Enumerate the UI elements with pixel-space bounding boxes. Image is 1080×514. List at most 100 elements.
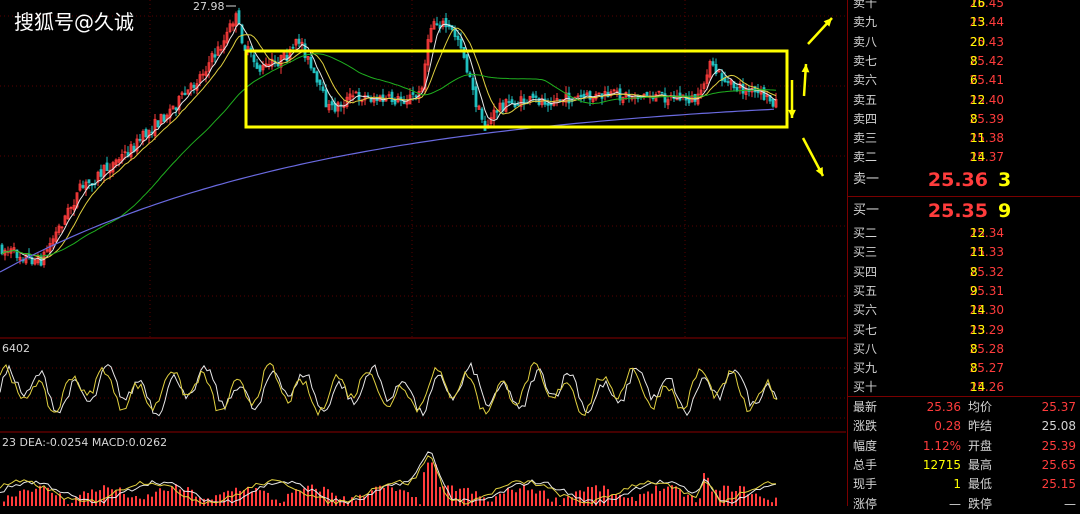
level-label: 买七 bbox=[853, 322, 878, 337]
stat-label: 涨停 bbox=[853, 496, 878, 511]
order-book-panel: 卖十 25.45 16 卖九 25.44 13 卖八 25.43 20 卖七 25.42 8 卖六 25.… bbox=[847, 0, 1080, 511]
level-quantity: 9 bbox=[998, 200, 1012, 222]
level-quantity: 8 bbox=[970, 264, 978, 279]
oscillator-line-2 bbox=[0, 361, 778, 417]
level-price: 25.40 bbox=[969, 92, 1004, 107]
level-quantity: 8 bbox=[970, 53, 978, 68]
candle-body bbox=[138, 138, 142, 141]
candle-body bbox=[291, 46, 295, 49]
candle-body bbox=[459, 38, 463, 49]
stat-value: 12715 bbox=[922, 457, 961, 472]
bid-level-row: 买二 25.34 12 bbox=[848, 224, 1080, 243]
candle-body bbox=[444, 18, 448, 28]
quote-stat: 均价 25.37 bbox=[968, 398, 1076, 417]
bid-level-row: 买六 25.30 14 bbox=[848, 301, 1080, 320]
candle-body bbox=[645, 91, 649, 97]
candle-body bbox=[390, 91, 394, 103]
level-quantity: 13 bbox=[970, 15, 986, 30]
ma-long-line bbox=[0, 108, 775, 273]
candle-body bbox=[162, 114, 166, 122]
stat-label: 幅度 bbox=[853, 438, 878, 453]
stat-label: 涨跌 bbox=[853, 419, 878, 434]
price-chart-panel[interactable]: 搜狐号@久诚 27.98 6402 23 DEA:-0.0254 MACD:0.… bbox=[0, 0, 846, 506]
candle-body bbox=[99, 169, 103, 177]
stat-label: 昨结 bbox=[968, 419, 993, 434]
level-quantity: 13 bbox=[970, 322, 986, 337]
candle-body bbox=[579, 94, 583, 98]
divider bbox=[848, 196, 1080, 197]
candle-body bbox=[414, 95, 418, 98]
level-quantity: 3 bbox=[998, 169, 1012, 191]
level-price: 25.39 bbox=[969, 111, 1004, 126]
candle-body bbox=[531, 93, 535, 98]
candle-body bbox=[183, 92, 187, 96]
candle-body bbox=[0, 244, 4, 255]
level-label: 买四 bbox=[853, 264, 878, 279]
level-label: 买三 bbox=[853, 245, 878, 260]
arrow-down-head bbox=[788, 109, 796, 118]
level-price: 25.30 bbox=[969, 303, 1004, 318]
ask-level-row: 卖三 25.38 11 bbox=[848, 129, 1080, 148]
candle-body bbox=[174, 107, 178, 111]
candle-body bbox=[81, 185, 85, 188]
level-label: 卖六 bbox=[853, 73, 878, 88]
level-quantity: 14 bbox=[970, 303, 986, 318]
level-quantity: 8 bbox=[970, 361, 978, 376]
level-quantity: 16 bbox=[970, 0, 986, 10]
candle-body bbox=[144, 129, 148, 138]
candlestick-chart[interactable] bbox=[0, 0, 846, 506]
stat-label: 最低 bbox=[968, 477, 993, 492]
stat-value: — bbox=[949, 496, 961, 511]
level-price: 25.27 bbox=[969, 361, 1004, 376]
level-label: 买五 bbox=[853, 283, 878, 298]
candle-body bbox=[87, 179, 91, 184]
level-label: 卖七 bbox=[853, 53, 878, 68]
candle-body bbox=[735, 87, 739, 91]
macd-label: 23 DEA:-0.0254 MACD:0.0262 bbox=[2, 436, 168, 449]
watermark: 搜狐号@久诚 bbox=[14, 10, 134, 34]
divider bbox=[848, 396, 1080, 397]
candle-body bbox=[255, 62, 259, 69]
candle-body bbox=[516, 103, 520, 106]
bid-level-row: 买一 25.35 9 bbox=[848, 198, 1080, 224]
level-price: 25.42 bbox=[969, 53, 1004, 68]
ma10-line bbox=[1, 27, 777, 259]
level-label: 卖三 bbox=[853, 131, 878, 146]
stat-label: 最新 bbox=[853, 400, 878, 414]
candle-body bbox=[192, 84, 196, 88]
level-quantity: 6 bbox=[970, 73, 978, 88]
level-price: 25.34 bbox=[969, 226, 1004, 240]
level-label: 卖四 bbox=[853, 111, 878, 126]
level-quantity: 8 bbox=[970, 341, 978, 356]
quote-stat: 最新 25.36 bbox=[853, 398, 961, 417]
stat-label: 总手 bbox=[853, 457, 878, 472]
quote-stat: 幅度 1.12% bbox=[853, 437, 961, 456]
bid-level-row: 买四 25.32 8 bbox=[848, 263, 1080, 282]
candle-body bbox=[456, 35, 460, 40]
stat-value: 1.12% bbox=[922, 438, 961, 453]
bid-level-row: 买八 25.28 8 bbox=[848, 340, 1080, 359]
stat-value: 25.08 bbox=[1041, 419, 1076, 434]
stat-value: 25.15 bbox=[1041, 477, 1076, 492]
oscillator-line-1 bbox=[0, 361, 778, 417]
level-label: 卖十 bbox=[853, 0, 878, 10]
stat-value: 25.39 bbox=[1041, 438, 1076, 453]
candle-body bbox=[507, 101, 511, 103]
bid-level-row: 买五 25.31 9 bbox=[848, 282, 1080, 301]
level-label: 买二 bbox=[853, 226, 878, 240]
level-quantity: 11 bbox=[970, 131, 986, 146]
candle-body bbox=[105, 162, 109, 172]
candle-body bbox=[258, 65, 262, 72]
level-price: 25.33 bbox=[969, 245, 1004, 260]
candle-body bbox=[660, 91, 664, 94]
level-label: 卖九 bbox=[853, 15, 878, 30]
candle-body bbox=[546, 103, 550, 106]
level-price: 25.41 bbox=[969, 73, 1004, 88]
stat-value: 1 bbox=[953, 477, 961, 492]
level-price: 25.44 bbox=[969, 15, 1004, 30]
candle-body bbox=[495, 110, 499, 113]
level-quantity: 14 bbox=[970, 380, 986, 395]
candle-body bbox=[474, 86, 478, 108]
quote-stat: 现手 1 bbox=[853, 475, 961, 494]
candle-body bbox=[726, 81, 730, 83]
